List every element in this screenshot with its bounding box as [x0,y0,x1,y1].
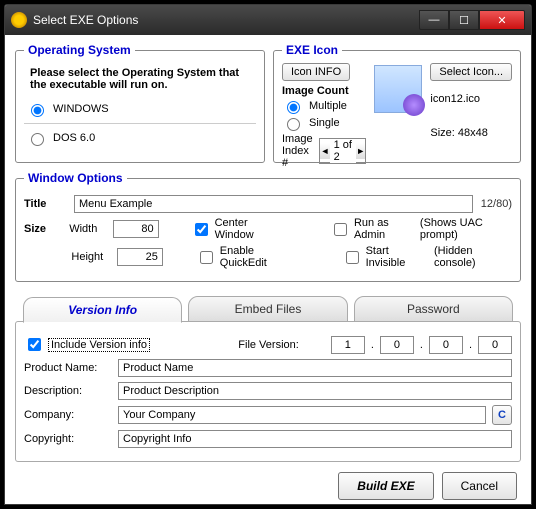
width-label: Width [69,223,104,235]
app-icon [11,12,27,28]
product-name-input[interactable] [118,359,512,377]
select-icon-button[interactable]: Select Icon... [430,63,512,81]
image-index-stepper[interactable]: ◄ 1 of 2 ► [319,138,366,164]
copyright-label: Copyright: [24,433,112,445]
include-version-info-label: Include Version info [48,338,150,352]
include-version-info-checkbox[interactable] [28,338,41,351]
run-as-admin-checkbox[interactable] [334,223,347,236]
company-input[interactable] [118,406,486,424]
height-label: Height [71,251,109,263]
icon-filename: icon12.ico [430,93,480,105]
file-version-4[interactable] [478,336,512,354]
os-windows-radio[interactable] [31,104,44,117]
window-options-group: Window Options Title 12/80) Size Width C… [15,171,521,282]
enable-quickedit-checkbox[interactable] [200,251,213,264]
company-label: Company: [24,409,112,421]
start-invisible-hint: (Hidden console) [434,245,512,269]
title-counter: 12/80) [481,198,512,210]
window-title: Select EXE Options [33,13,419,27]
file-version-1[interactable] [331,336,365,354]
image-count-single-radio[interactable] [287,118,300,131]
cancel-button[interactable]: Cancel [442,472,517,500]
product-name-label: Product Name: [24,362,112,374]
enable-quickedit-label: Enable QuickEdit [220,245,298,269]
close-button[interactable]: ✕ [479,10,525,30]
center-window-label: Center Window [215,217,279,241]
image-count-multiple-radio[interactable] [287,101,300,114]
description-input[interactable] [118,382,512,400]
image-index-next-button[interactable]: ► [356,143,365,159]
version-info-panel: Include Version info File Version: . . .… [15,321,521,462]
os-windows-label: WINDOWS [53,103,109,115]
winopt-legend: Window Options [24,171,127,185]
build-exe-button[interactable]: Build EXE [338,472,433,500]
start-invisible-checkbox[interactable] [346,251,359,264]
image-index-label: Image Index # [282,133,315,169]
image-count-label: Image Count [282,85,366,97]
copyright-input[interactable] [118,430,512,448]
run-as-admin-hint: (Shows UAC prompt) [420,217,512,241]
tab-embed-files[interactable]: Embed Files [188,296,347,322]
os-instruction: Please select the Operating System that … [30,67,254,91]
os-legend: Operating System [24,43,135,57]
company-clear-button[interactable]: C [492,405,512,425]
start-invisible-label: Start Invisible [366,245,426,269]
image-count-single-label: Single [309,117,340,129]
operating-system-group: Operating System Please select the Opera… [15,43,265,163]
width-input[interactable] [113,220,159,238]
maximize-button[interactable]: ☐ [449,10,479,30]
title-input[interactable] [74,195,473,213]
description-label: Description: [24,385,112,397]
file-version-label: File Version: [238,339,299,351]
image-count-multiple-label: Multiple [309,100,347,112]
icon-info-button[interactable]: Icon INFO [282,63,350,81]
file-version-3[interactable] [429,336,463,354]
center-window-checkbox[interactable] [195,223,208,236]
image-index-value: 1 of 2 [330,139,356,163]
height-input[interactable] [117,248,163,266]
os-dos-label: DOS 6.0 [53,132,95,144]
icon-size-label: Size: 48x48 [430,127,487,139]
tab-password[interactable]: Password [354,296,513,322]
exe-icon-group: EXE Icon Icon INFO Image Count Multiple … [273,43,521,163]
exeicon-legend: EXE Icon [282,43,342,57]
file-version-2[interactable] [380,336,414,354]
run-as-admin-label: Run as Admin [354,217,412,241]
size-label: Size [24,223,61,235]
icon-preview [374,65,422,113]
image-index-prev-button[interactable]: ◄ [320,143,329,159]
minimize-button[interactable]: — [419,10,449,30]
os-dos-radio[interactable] [31,133,44,146]
title-label: Title [24,198,66,210]
titlebar: Select EXE Options — ☐ ✕ [5,5,531,35]
tab-version-info[interactable]: Version Info [23,297,182,323]
